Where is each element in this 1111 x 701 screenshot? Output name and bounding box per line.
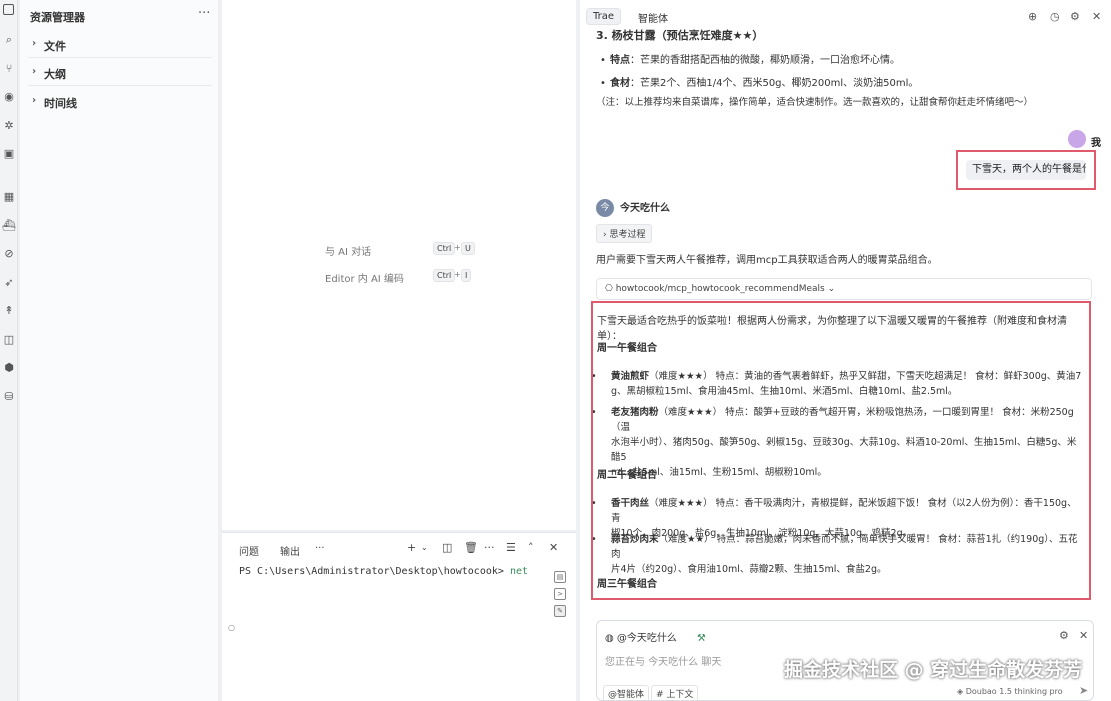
activity-bar: ⌕ ⑂ ◉ ✲ ▣ ▦ ⛴ ⊘ ➶ ↟ ◫ ⬢ ⛁ — [0, 0, 18, 701]
tab-agent[interactable]: 智能体 — [632, 8, 674, 27]
terminal-icon[interactable]: ▤ — [554, 571, 566, 583]
section-files[interactable]: › 文件 — [28, 32, 212, 58]
prev-heading: 3. 杨枝甘露（预估烹饪难度★★） — [596, 29, 764, 42]
editor-area: 与 AI 对话 Ctrl + U Editor 内 AI 编码 Ctrl + I — [222, 0, 576, 530]
agent-mention[interactable]: ◍ @今天吃什么 ⚒ — [605, 629, 706, 644]
tab-problems[interactable]: 问题 — [239, 543, 259, 558]
chat-input-placeholder[interactable]: 您正在与 今天吃什么 聊天 — [605, 653, 721, 668]
kbd-plus: + — [454, 270, 461, 279]
user-message-highlight: 下雪天，两个人的午餐是什么 — [956, 150, 1096, 190]
agent-icon: ◍ — [605, 633, 617, 644]
database-icon[interactable]: ⛁ — [2, 390, 16, 404]
user-avatar — [1068, 130, 1086, 148]
more-icon[interactable]: ··· — [484, 541, 495, 554]
answer-highlight: 下雪天最适合吃热乎的饭菜啦！根据两人份需求，为你整理了以下温暖又暖胃的午餐推荐（… — [591, 301, 1091, 600]
tab-more[interactable]: ··· — [315, 543, 325, 554]
bot-avatar: 今 — [596, 199, 614, 217]
robot-icon[interactable]: ◫ — [2, 333, 16, 347]
kbd-i: I — [461, 269, 472, 282]
user-message[interactable]: 下雪天，两个人的午餐是什么 — [966, 160, 1086, 180]
search-icon[interactable]: ⌕ — [2, 33, 16, 47]
kbd-u: U — [461, 242, 475, 255]
split-icon[interactable]: ◫ — [442, 541, 452, 554]
send-icon[interactable]: ➤ — [1079, 684, 1088, 697]
section-outline[interactable]: › 大纲 — [28, 60, 212, 86]
run-debug-icon[interactable]: ◉ — [2, 90, 16, 104]
prev-note: （注：以上推荐均来自菜谱库，操作简单，适合快速制作。选一款喜欢的，让甜食帮你赶走… — [596, 97, 1034, 108]
chevron-right-icon: › — [32, 66, 37, 77]
chevron-down-icon: ⌄ — [824, 284, 836, 294]
gear-icon[interactable]: ⚙ — [1059, 629, 1069, 642]
chevron-up-icon[interactable]: ˄ — [528, 541, 534, 554]
chevron-right-icon: › — [32, 38, 37, 49]
section-label: 时间线 — [44, 97, 77, 110]
section-label: 大纲 — [44, 68, 66, 81]
chat-tabs: Trae 智能体 ⊕ ◷ ⚙ ✕ — [580, 0, 1111, 32]
docker-icon[interactable]: ⛴ — [2, 219, 16, 233]
terminal-line[interactable]: PS C:\Users\Administrator\Desktop\howtoc… — [239, 566, 528, 577]
tool-call[interactable]: ⎔ howtocook/mcp_howtocook_recommendMeals… — [596, 278, 1092, 300]
explorer-title: 资源管理器 — [30, 11, 85, 24]
model-selector[interactable]: ◈ Doubao 1.5 thinking pro — [957, 687, 1063, 696]
trash-icon[interactable]: 🗑 — [464, 541, 478, 554]
list-item: 黄油煎虾（难度★★★） 特点：黄油的香气裹着鲜虾，热乎又鲜甜，下雪天吃超满足！ … — [611, 371, 1082, 397]
more-icon[interactable]: ··· — [198, 6, 210, 21]
close-icon[interactable]: ✕ — [549, 541, 558, 554]
kbd-ctrl: Ctrl — [433, 242, 456, 255]
kbd-plus: + — [454, 243, 461, 252]
remote-icon[interactable]: ▣ — [2, 147, 16, 161]
model-icon: ◈ — [957, 687, 966, 696]
context-chip[interactable]: # 上下文 — [651, 685, 699, 701]
close-icon[interactable]: ✕ — [1079, 629, 1088, 642]
chevron-right-icon: › — [32, 95, 37, 106]
agent-chip[interactable]: @智能体 — [603, 685, 650, 701]
history-icon[interactable]: ◷ — [1050, 10, 1060, 23]
cursor-circle-icon: ○ — [228, 623, 235, 632]
shell-icon[interactable]: > — [554, 588, 566, 600]
gear-icon[interactable]: ⚙ — [1070, 10, 1080, 23]
list-item: 老友猪肉粉（难度★★★） 特点：酸笋+豆豉的香气超开胃，米粉吸饱热汤，一口暖到胃… — [611, 407, 1077, 478]
explorer-panel: 资源管理器 ··· › 文件 › 大纲 › 时间线 — [20, 0, 218, 701]
explorer-icon[interactable] — [3, 4, 14, 15]
list-item: 蒜苔炒肉末（难度★★） 特点：蒜苔脆嫩，肉末香而不腻，简单快手又暖胃！ 食材：蒜… — [611, 534, 1078, 575]
terminal-command: net — [509, 566, 528, 577]
hint-chat-label: 与 AI 对话 — [325, 247, 372, 258]
bot-intro: 用户需要下雪天两人午餐推荐，调用mcp工具获取适合两人的暖胃菜品组合。 — [596, 255, 938, 266]
rocket-icon[interactable]: ➶ — [2, 276, 16, 290]
plugin-icon[interactable]: ⬢ — [2, 361, 16, 375]
think-toggle[interactable]: › 思考过程 — [596, 224, 653, 243]
edit-icon[interactable]: ✎ — [554, 605, 566, 617]
testing-icon[interactable]: ⊘ — [2, 247, 16, 261]
prev-ingredients: 食材：芒果2个、西柚1/4个、西米50g、椰奶200ml、淡奶油50ml。 — [610, 78, 919, 89]
tool-icon: ⎔ — [605, 284, 616, 294]
week2-heading: 周二午餐组合 — [597, 470, 657, 481]
tab-output[interactable]: 输出 — [280, 543, 300, 558]
hint-inline-label: Editor 内 AI 编码 — [325, 274, 404, 285]
kbd-ctrl: Ctrl — [433, 269, 456, 282]
tab-trae[interactable]: Trae — [586, 8, 622, 25]
week3-heading: 周三午餐组合 — [597, 579, 657, 590]
add-chat-icon[interactable]: ⊕ — [1028, 10, 1037, 23]
watermark: 掘金技术社区 @ 穿过生命散发芬芳 — [784, 659, 1083, 681]
tool-icon: ⚒ — [696, 633, 706, 644]
settings-icon[interactable]: ☰ — [506, 541, 516, 554]
section-timeline[interactable]: › 时间线 — [28, 89, 212, 115]
extensions-icon[interactable]: ▦ — [2, 190, 16, 204]
prev-feature: 特点：芒果的香甜搭配西柚的微酸，椰奶顺滑，一口治愈坏心情。 — [610, 55, 900, 66]
chevron-down-icon[interactable]: ⌄ — [421, 543, 428, 552]
source-control-icon[interactable]: ⑂ — [2, 62, 16, 76]
terminal-prompt: PS C:\Users\Administrator\Desktop\howtoc… — [239, 566, 504, 577]
bug-icon[interactable]: ✲ — [2, 119, 16, 133]
section-label: 文件 — [44, 40, 66, 53]
add-terminal-icon[interactable]: + — [407, 541, 416, 554]
answer-intro: 下雪天最适合吃热乎的饭菜啦！根据两人份需求，为你整理了以下温暖又暖胃的午餐推荐（… — [597, 316, 1067, 342]
deploy-icon[interactable]: ↟ — [2, 304, 16, 318]
user-name: 我 — [1091, 138, 1101, 149]
week1-heading: 周一午餐组合 — [597, 343, 657, 354]
terminal-panel: 问题 输出 ··· + ⌄ ◫ 🗑 ··· ☰ ˄ ✕ PS C:\Users\… — [222, 532, 576, 701]
bot-name: 今天吃什么 — [620, 203, 670, 214]
close-icon[interactable]: ✕ — [1092, 10, 1101, 23]
chat-panel: Trae 智能体 ⊕ ◷ ⚙ ✕ 3. 杨枝甘露（预估烹饪难度★★） 特点：芒果… — [580, 0, 1111, 701]
